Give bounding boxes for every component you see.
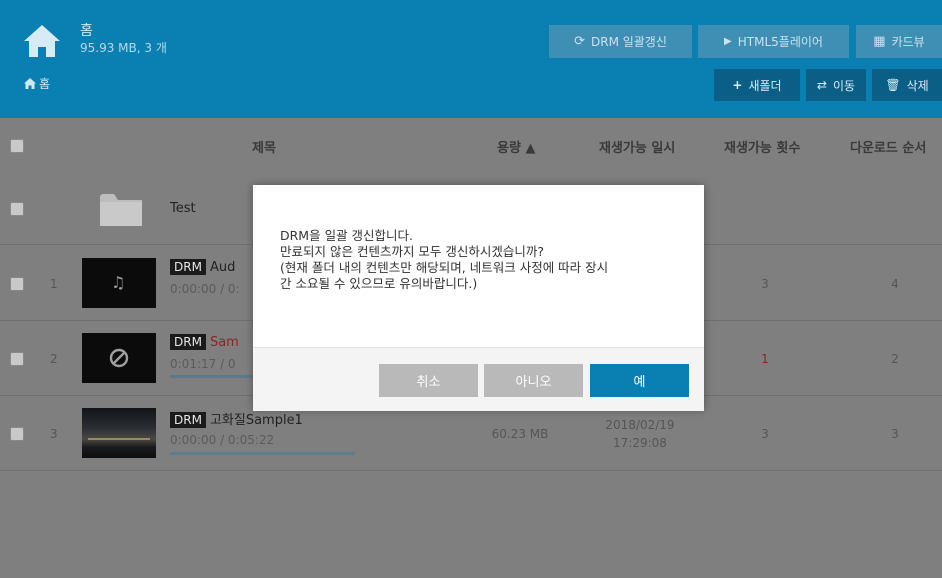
row-number: 3 bbox=[50, 427, 58, 441]
delete-button[interactable]: 🗑 삭제 bbox=[872, 69, 942, 101]
row-checkbox[interactable] bbox=[10, 202, 24, 216]
play-progress bbox=[170, 452, 355, 455]
new-folder-button[interactable]: + 새폴더 bbox=[714, 69, 800, 101]
move-label: 이동 bbox=[832, 78, 856, 93]
page-title: 홈 bbox=[80, 23, 93, 39]
dialog-message: DRM을 일괄 갱신합니다. 만료되지 않은 컨텐츠까지 모두 갱신하시겠습니까… bbox=[280, 228, 680, 292]
row-checkbox[interactable] bbox=[10, 277, 24, 291]
cancel-button[interactable]: 취소 bbox=[379, 364, 478, 397]
card-view-button[interactable]: ▦ 카드뷰 bbox=[856, 25, 942, 58]
download-order: 2 bbox=[891, 352, 899, 366]
html5-player-button[interactable]: ▶ HTML5플레이어 bbox=[698, 25, 849, 58]
city-lights-image bbox=[88, 438, 150, 440]
refresh-icon: ⟳ bbox=[574, 34, 585, 49]
no-entry-icon bbox=[109, 348, 129, 368]
item-time: 0:00:00 / 0: bbox=[170, 282, 240, 296]
table-header: 제목 용량 ▲ 재생가능 일시 재생가능 횟수 다운로드 순서 bbox=[0, 118, 942, 174]
download-order: 4 bbox=[891, 277, 899, 291]
row-number: 2 bbox=[50, 352, 58, 366]
item-title[interactable]: DRM 고화질Sample1 bbox=[170, 409, 303, 428]
play-icon: ▶ bbox=[724, 36, 732, 47]
breadcrumb-home[interactable]: 홈 bbox=[39, 75, 50, 92]
drm-badge: DRM bbox=[170, 259, 206, 275]
content-background bbox=[0, 471, 942, 578]
drm-refresh-button[interactable]: ⟳ DRM 일괄갱신 bbox=[549, 25, 692, 58]
drm-badge: DRM bbox=[170, 334, 206, 350]
home-icon bbox=[24, 25, 60, 57]
folder-name[interactable]: Test bbox=[170, 201, 196, 216]
item-title[interactable]: DRM Aud bbox=[170, 259, 236, 275]
drm-refresh-label: DRM 일괄갱신 bbox=[590, 35, 667, 49]
app-header: 홈 95.93 MB, 3 개 홈 ⟳ DRM 일괄갱신 ▶ HTML5플레이어… bbox=[0, 0, 942, 118]
item-time: 0:00:00 / 0:05:22 bbox=[170, 433, 275, 447]
column-title[interactable]: 제목 bbox=[252, 137, 276, 156]
audio-thumbnail[interactable]: ♫ bbox=[82, 258, 156, 308]
playable-date: 2018/02/19 bbox=[605, 418, 675, 432]
no-button[interactable]: 아니오 bbox=[484, 364, 583, 397]
storage-summary: 95.93 MB, 3 개 bbox=[80, 41, 167, 55]
move-button[interactable]: ⇄ 이동 bbox=[806, 69, 866, 101]
drm-confirm-dialog: DRM을 일괄 갱신합니다. 만료되지 않은 컨텐츠까지 모두 갱신하시겠습니까… bbox=[253, 185, 704, 411]
play-count: 3 bbox=[761, 427, 769, 441]
dialog-footer: 취소 아니오 예 bbox=[253, 347, 704, 411]
dialog-line-1: DRM을 일괄 갱신합니다. bbox=[280, 228, 414, 243]
play-count: 3 bbox=[761, 277, 769, 291]
swap-icon: ⇄ bbox=[816, 78, 827, 92]
column-playable-until[interactable]: 재생가능 일시 bbox=[599, 137, 675, 156]
yes-button[interactable]: 예 bbox=[590, 364, 689, 397]
column-size[interactable]: 용량 ▲ bbox=[497, 137, 535, 156]
html5-player-label: HTML5플레이어 bbox=[737, 35, 823, 49]
file-size: 60.23 MB bbox=[491, 427, 549, 441]
play-count: 1 bbox=[761, 352, 769, 366]
music-note-icon: ♫ bbox=[111, 273, 126, 292]
select-all-checkbox[interactable] bbox=[10, 139, 24, 153]
dialog-line-3: (현재 폴더 내의 컨텐츠만 해당되며, 네트워크 사정에 따라 장시 bbox=[280, 260, 609, 275]
video-thumbnail[interactable] bbox=[82, 408, 156, 458]
item-time: 0:01:17 / 0 bbox=[170, 357, 236, 371]
column-play-count[interactable]: 재생가능 횟수 bbox=[724, 137, 800, 156]
delete-label: 삭제 bbox=[906, 78, 929, 93]
item-title[interactable]: DRM Sam bbox=[170, 334, 239, 350]
item-title-text: Sam bbox=[209, 335, 239, 350]
new-folder-label: 새폴더 bbox=[748, 78, 782, 93]
item-title-text: Aud bbox=[209, 260, 236, 275]
row-number: 1 bbox=[50, 277, 58, 291]
dialog-line-2: 만료되지 않은 컨텐츠까지 모두 갱신하시겠습니까? bbox=[280, 244, 545, 259]
dialog-line-4: 간 소요될 수 있으므로 유의바랍니다.) bbox=[280, 276, 478, 291]
folder-icon bbox=[100, 194, 142, 226]
plus-icon: + bbox=[732, 78, 743, 92]
trash-icon: 🗑 bbox=[885, 78, 901, 92]
download-order: 3 bbox=[891, 427, 899, 441]
grid-icon: ▦ bbox=[873, 34, 886, 49]
row-checkbox[interactable] bbox=[10, 427, 24, 441]
row-checkbox[interactable] bbox=[10, 352, 24, 366]
home-small-icon bbox=[24, 78, 36, 89]
playable-time: 17:29:08 bbox=[613, 436, 667, 450]
column-download-order[interactable]: 다운로드 순서 bbox=[850, 137, 926, 156]
video-thumbnail[interactable] bbox=[82, 333, 156, 383]
card-view-label: 카드뷰 bbox=[891, 35, 925, 49]
breadcrumb[interactable]: 홈 bbox=[24, 75, 50, 92]
item-title-text: 고화질Sample1 bbox=[209, 413, 303, 428]
drm-badge: DRM bbox=[170, 412, 206, 428]
